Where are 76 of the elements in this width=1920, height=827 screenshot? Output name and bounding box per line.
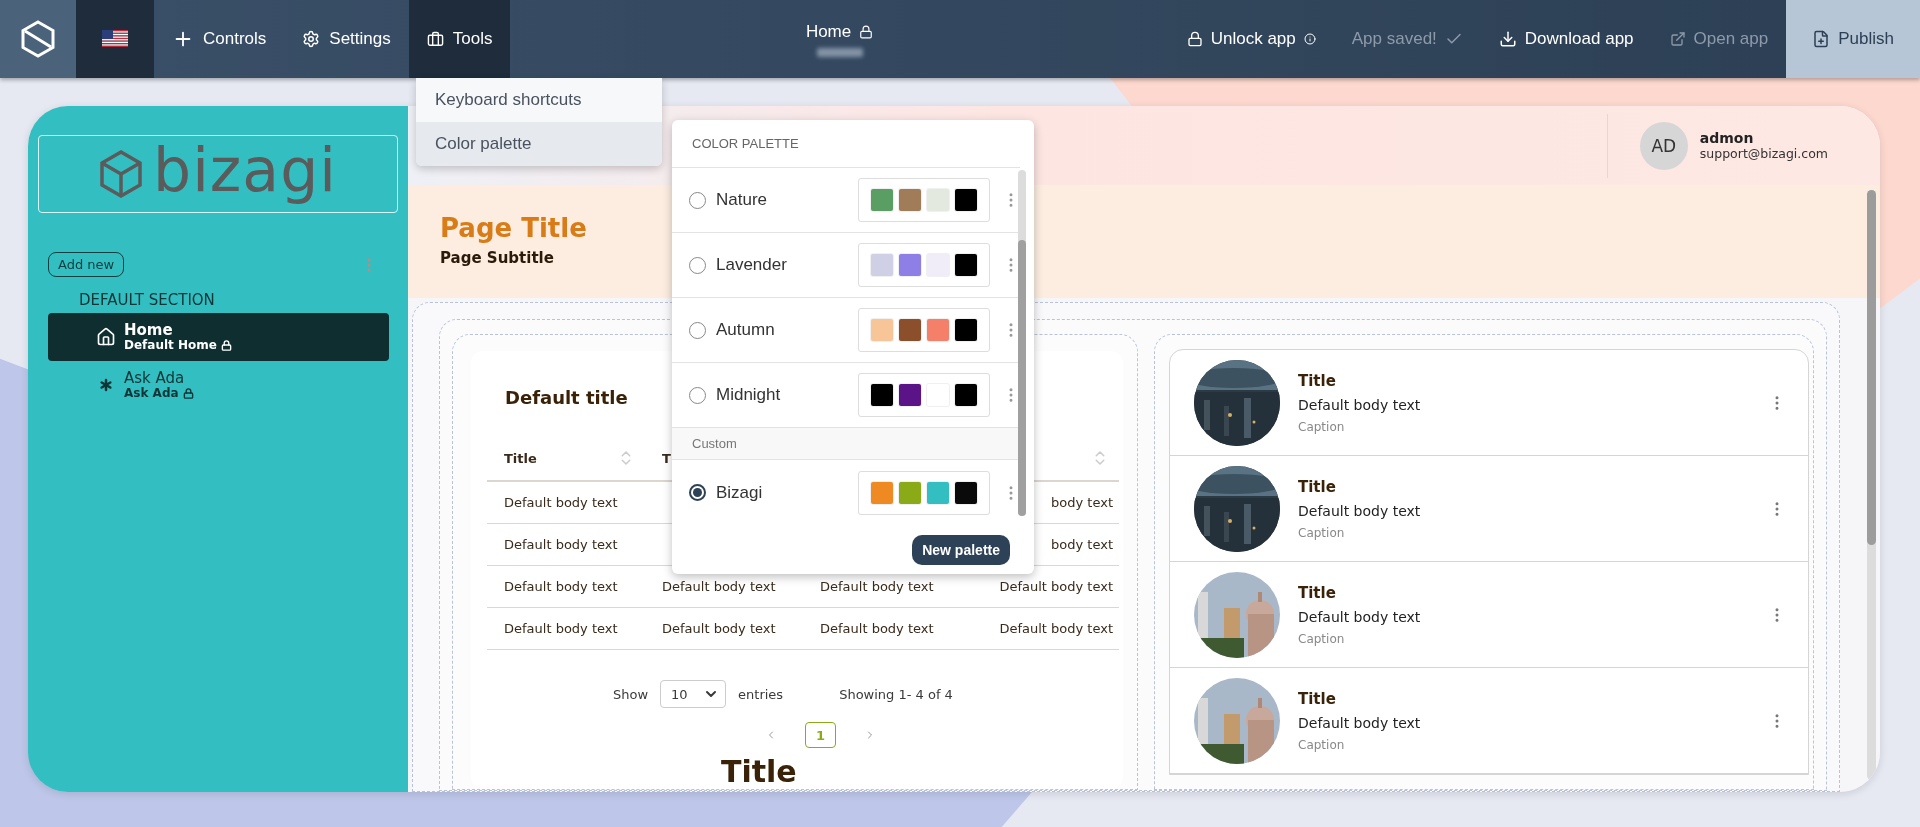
- table-cell: Default body text: [504, 621, 618, 636]
- nav-tab[interactable]: Controls: [154, 0, 285, 78]
- briefcase-icon: [426, 30, 444, 48]
- nav-tab[interactable]: Settings: [284, 0, 409, 78]
- entries-summary: Showing 1- 4 of 4: [839, 686, 953, 702]
- page-subtitle: Page Subtitle: [440, 249, 554, 267]
- group-label: Custom: [672, 428, 1020, 460]
- item-caption: Caption: [1298, 525, 1346, 540]
- table-cell: Default body text: [820, 621, 934, 636]
- external-link-icon: [1669, 31, 1686, 47]
- download-icon: [1498, 30, 1517, 48]
- item-body: Default body text: [1298, 714, 1422, 731]
- menu-item[interactable]: Keyboard shortcuts: [416, 78, 662, 122]
- table-cell: Default body text: [999, 579, 1113, 594]
- item-title: Title: [1298, 477, 1337, 496]
- palette-name: Nature: [716, 190, 769, 210]
- item-sublabel: Ask Ada: [124, 386, 179, 400]
- flag-icon[interactable]: [102, 30, 128, 48]
- item-body: Default body text: [1298, 502, 1422, 519]
- table-cell: Default body text: [999, 621, 1113, 636]
- section-label: DEFAULT SECTION: [79, 291, 216, 309]
- page-size-select[interactable]: 10: [660, 680, 727, 708]
- palette-name: Lavender: [716, 255, 788, 275]
- user-email: support@bizagi.com: [1699, 146, 1828, 161]
- file-plus-icon: [1812, 30, 1831, 48]
- item-caption: Caption: [1298, 737, 1346, 752]
- item-title: Title: [1298, 689, 1337, 708]
- item-caption: Caption: [1298, 631, 1346, 646]
- item-sublabel: Default Home: [124, 338, 217, 352]
- page-name: Home: [805, 21, 874, 42]
- menu-item[interactable]: Color palette: [416, 122, 662, 166]
- nav-tab[interactable]: Tools: [408, 0, 511, 78]
- item-title: Title: [1298, 371, 1337, 390]
- toolbar-button[interactable]: Unlock app: [1168, 0, 1334, 78]
- item-title: Title: [1298, 583, 1337, 602]
- redacted-mark: [816, 47, 863, 57]
- app-logo-icon: [21, 20, 55, 58]
- header-label: Title: [504, 450, 537, 466]
- item-label: Home: [124, 322, 173, 339]
- table-cell: body text: [1051, 495, 1113, 510]
- settings-icon: [302, 30, 321, 48]
- item-caption: Caption: [1298, 419, 1346, 434]
- table-cell: Default body text: [662, 621, 776, 636]
- item-body: Default body text: [1298, 396, 1422, 413]
- show-label: Show: [613, 686, 649, 702]
- popup-title: COLOR PALETTE: [672, 120, 1020, 168]
- entries-label: entries: [738, 686, 784, 702]
- toolbar-button[interactable]: Download app: [1480, 0, 1652, 78]
- item-label: Ask Ada: [124, 370, 186, 387]
- lock-icon: [1186, 31, 1203, 47]
- table-cell: Default body text: [504, 495, 618, 510]
- toolbar-button[interactable]: Publish: [1786, 0, 1920, 78]
- table-cell: Default body text: [820, 579, 934, 594]
- page-title: Page Title: [440, 213, 587, 243]
- palette-name: Bizagi: [716, 482, 764, 503]
- table-cell: Default body text: [504, 537, 618, 552]
- cube-logo-icon: [99, 149, 144, 199]
- scrollbar[interactable]: [1867, 190, 1876, 780]
- item-body: Default body text: [1298, 608, 1422, 625]
- section-title: Title: [721, 754, 798, 789]
- avatar[interactable]: AD: [1639, 121, 1688, 170]
- sidebar-item[interactable]: Home Default Home: [48, 313, 389, 361]
- sidebar-item[interactable]: Ask Ada Ask Ada: [48, 361, 389, 409]
- header-label: T: [662, 450, 671, 466]
- user-name: admon: [1699, 130, 1755, 146]
- add-new-button[interactable]: Add new: [48, 252, 125, 277]
- scrollbar[interactable]: [1018, 170, 1026, 516]
- table-cell: Default body text: [662, 579, 776, 594]
- home-icon: [96, 327, 116, 347]
- palette-name: Midnight: [716, 385, 782, 405]
- card-title: Default title: [505, 387, 628, 408]
- radio-button[interactable]: [689, 484, 706, 501]
- table-cell: Default body text: [504, 579, 618, 594]
- palette-name: Autumn: [716, 320, 776, 340]
- table-cell: body text: [1051, 537, 1113, 552]
- new-palette-button[interactable]: New palette: [912, 535, 1010, 565]
